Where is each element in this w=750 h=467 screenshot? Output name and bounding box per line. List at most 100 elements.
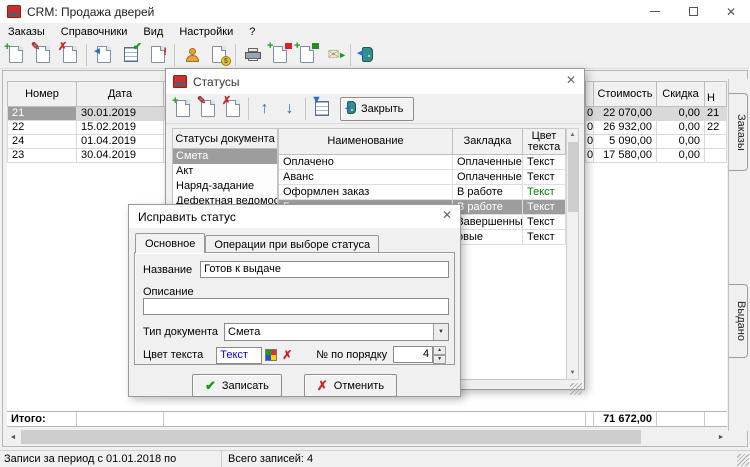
- cell-cost[interactable]: 26 932,00: [594, 121, 657, 135]
- cell-cost[interactable]: 17 580,00: [594, 149, 657, 163]
- column-header-partial[interactable]: Н: [705, 81, 727, 107]
- name-input[interactable]: Готов к выдаче: [200, 261, 449, 278]
- cell-cost[interactable]: 22 070,00: [594, 107, 657, 121]
- cell-discount[interactable]: 0,00: [657, 121, 705, 135]
- move-down-button[interactable]: ↓: [277, 96, 302, 121]
- menu-orders[interactable]: Заказы: [0, 24, 53, 40]
- cell-status-tab[interactable]: Оплаченные: [453, 170, 523, 185]
- cell-status-color[interactable]: Текст: [523, 200, 566, 215]
- column-header-number[interactable]: Номер: [7, 81, 77, 107]
- clients-button[interactable]: [178, 42, 205, 67]
- send-mail-button[interactable]: ✉►: [320, 42, 347, 67]
- cell-status-name[interactable]: Оплачено: [279, 155, 453, 170]
- resize-grip[interactable]: [737, 454, 749, 466]
- dialog-resize-grip[interactable]: [570, 383, 582, 395]
- cell-discount[interactable]: 0,00: [657, 149, 705, 163]
- add-status-button[interactable]: +: [170, 96, 195, 121]
- cell-extra[interactable]: 22: [705, 121, 727, 135]
- close-statuses-button[interactable]: ◄ Закрыть: [340, 97, 414, 121]
- delete-order-button[interactable]: ✗: [56, 42, 83, 67]
- cell-number[interactable]: 22: [7, 121, 77, 135]
- color-palette-button[interactable]: [265, 349, 277, 361]
- print-button[interactable]: [239, 42, 266, 67]
- column-header-cost[interactable]: Стоимость: [594, 81, 657, 107]
- cell-cost[interactable]: 5 090,00: [594, 135, 657, 149]
- cell-discount[interactable]: 0,00: [657, 107, 705, 121]
- statuses-dialog-close-button[interactable]: ✕: [566, 73, 576, 87]
- tab-issued[interactable]: Выдано: [729, 284, 748, 358]
- cell-status-tab[interactable]: Оплаченные: [453, 155, 523, 170]
- doc-type-item[interactable]: Смета: [173, 149, 277, 164]
- move-up-button[interactable]: ↑: [252, 96, 277, 121]
- column-header-name[interactable]: Наименование: [279, 129, 453, 155]
- order-number-spinner[interactable]: 4 ▲ ▼: [393, 346, 446, 364]
- cell-date[interactable]: 15.02.2019: [77, 121, 164, 135]
- edit-status-button[interactable]: ✎: [195, 96, 220, 121]
- cell-extra[interactable]: [705, 135, 727, 149]
- scroll-right-button[interactable]: ►: [713, 429, 729, 445]
- cell-status-name[interactable]: Аванс: [279, 170, 453, 185]
- report-button[interactable]: ▼: [309, 96, 334, 121]
- check-list-button[interactable]: ✔: [117, 42, 144, 67]
- text-color-value[interactable]: Текст: [216, 347, 262, 364]
- minimize-button[interactable]: [636, 0, 674, 23]
- status-row[interactable]: Оплачено Оплаченные Текст: [279, 155, 566, 170]
- status-row[interactable]: Оформлен заказ В работе Текст: [279, 185, 566, 200]
- tab-orders[interactable]: Заказы: [729, 93, 748, 171]
- export-pdf-button[interactable]: +: [266, 42, 293, 67]
- export-excel-button[interactable]: +: [293, 42, 320, 67]
- spin-up-button[interactable]: ▲: [433, 346, 446, 355]
- cell-status-color[interactable]: Текст: [523, 155, 566, 170]
- close-button[interactable]: ✕: [712, 0, 750, 23]
- scroll-down-button[interactable]: ▼: [567, 367, 578, 379]
- spin-down-button[interactable]: ▼: [433, 355, 446, 364]
- column-header-tab[interactable]: Закладка: [453, 129, 523, 155]
- cell-extra[interactable]: 21: [705, 107, 727, 121]
- new-order-button[interactable]: +: [2, 42, 29, 67]
- combo-dropdown-button[interactable]: ▼: [433, 324, 448, 340]
- cell-extra[interactable]: [705, 149, 727, 163]
- cancel-button[interactable]: ✗ Отменить: [304, 374, 397, 397]
- description-input[interactable]: [143, 298, 449, 315]
- menu-settings[interactable]: Настройки: [171, 24, 241, 40]
- order-number-value[interactable]: 4: [393, 346, 433, 363]
- cell-status-tab[interactable]: овые: [453, 230, 523, 245]
- save-button[interactable]: ✔ Записать: [192, 374, 282, 397]
- cell-status-color[interactable]: Текст: [523, 185, 566, 200]
- cell-discount[interactable]: 0,00: [657, 135, 705, 149]
- scroll-left-button[interactable]: ◄: [5, 429, 21, 445]
- tab-operations[interactable]: Операции при выборе статуса: [205, 235, 379, 253]
- cell-tail[interactable]: 0: [586, 107, 594, 121]
- scrollbar-thumb[interactable]: [568, 142, 578, 212]
- cell-date[interactable]: 30.04.2019: [77, 149, 164, 163]
- cell-status-tab[interactable]: В работе: [453, 185, 523, 200]
- edit-dialog-close-button[interactable]: ✕: [442, 208, 452, 222]
- column-header-date[interactable]: Дата: [77, 81, 164, 107]
- cell-tail[interactable]: 0: [586, 121, 594, 135]
- doc-type-combobox[interactable]: Смета ▼: [224, 323, 449, 341]
- clear-color-button[interactable]: ✗: [280, 348, 294, 362]
- menu-directories[interactable]: Справочники: [53, 24, 136, 40]
- horizontal-scrollbar[interactable]: ◄ ►: [5, 429, 729, 445]
- tab-general[interactable]: Основное: [135, 233, 205, 253]
- cell-tail[interactable]: 0: [586, 135, 594, 149]
- payments-button[interactable]: $: [205, 42, 232, 67]
- maximize-button[interactable]: [674, 0, 712, 23]
- cell-number[interactable]: 24: [7, 135, 77, 149]
- period-button[interactable]: ◄: [90, 42, 117, 67]
- column-header-color[interactable]: Цвет текста: [523, 129, 566, 155]
- doc-types-header[interactable]: Статусы документа: [173, 129, 277, 149]
- menu-view[interactable]: Вид: [135, 24, 171, 40]
- cell-status-color[interactable]: Текст: [523, 230, 566, 245]
- vertical-scrollbar[interactable]: ▲ ▼: [566, 128, 579, 380]
- cell-number[interactable]: 23: [7, 149, 77, 163]
- delete-status-button[interactable]: ✗: [220, 96, 245, 121]
- cell-status-color[interactable]: Текст: [523, 170, 566, 185]
- cell-date[interactable]: 30.01.2019: [77, 107, 164, 121]
- cell-date[interactable]: 01.04.2019: [77, 135, 164, 149]
- doc-type-item[interactable]: Наряд-задание: [173, 179, 277, 194]
- cell-number[interactable]: 21: [7, 107, 77, 121]
- column-header-discount[interactable]: Скидка: [657, 81, 705, 107]
- status-row[interactable]: Аванс Оплаченные Текст: [279, 170, 566, 185]
- exit-button[interactable]: ◄: [354, 42, 381, 67]
